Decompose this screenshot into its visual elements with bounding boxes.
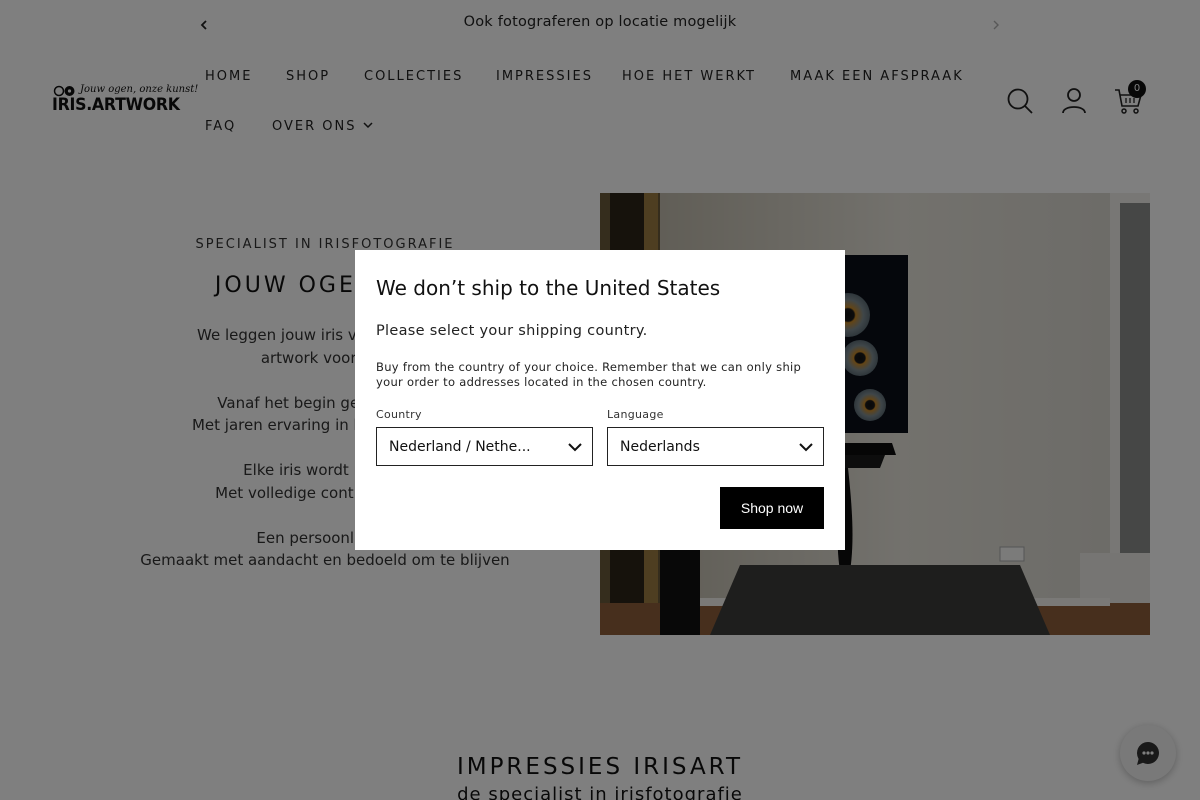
language-value: Nederlands [620,439,700,455]
chevron-down-icon [568,443,582,452]
chevron-down-icon [799,443,813,452]
language-label: Language [607,408,664,421]
shipping-country-modal: We don’t ship to the United States Pleas… [355,250,845,550]
shop-now-button[interactable]: Shop now [720,487,824,529]
country-label: Country [376,408,422,421]
modal-note: Buy from the country of your choice. Rem… [376,360,802,389]
language-select[interactable]: Nederlands [607,427,824,466]
country-value: Nederland / Nethe... [389,439,531,455]
modal-title: We don’t ship to the United States [376,276,721,300]
modal-subtitle: Please select your shipping country. [376,323,648,339]
country-select[interactable]: Nederland / Nethe... [376,427,593,466]
